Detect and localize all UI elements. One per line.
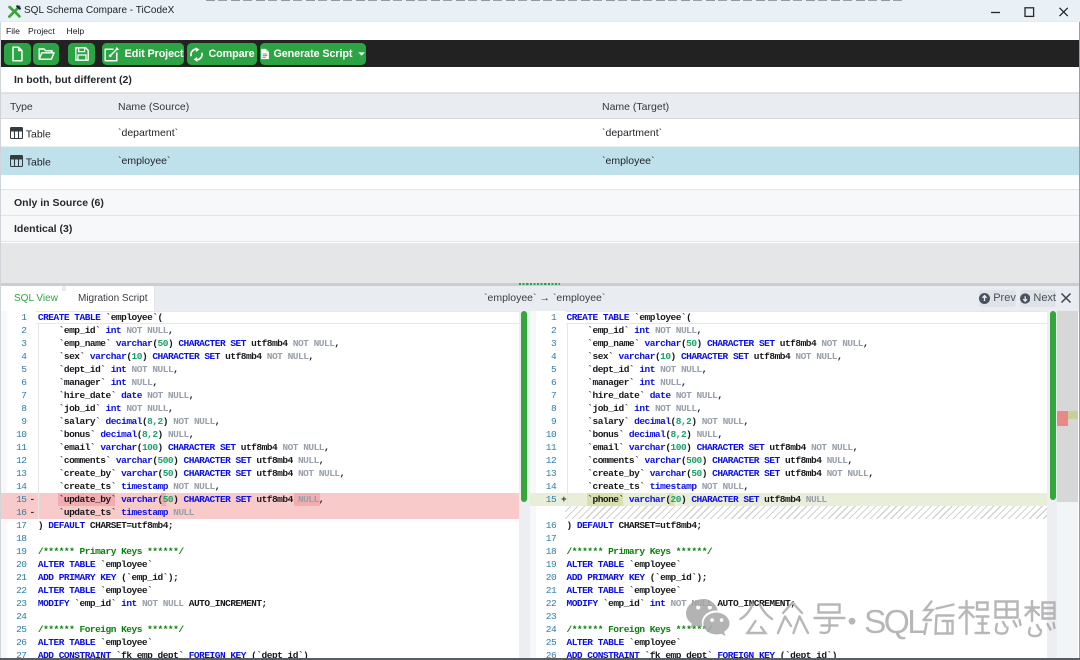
svg-text:SQL: SQL (864, 604, 925, 641)
